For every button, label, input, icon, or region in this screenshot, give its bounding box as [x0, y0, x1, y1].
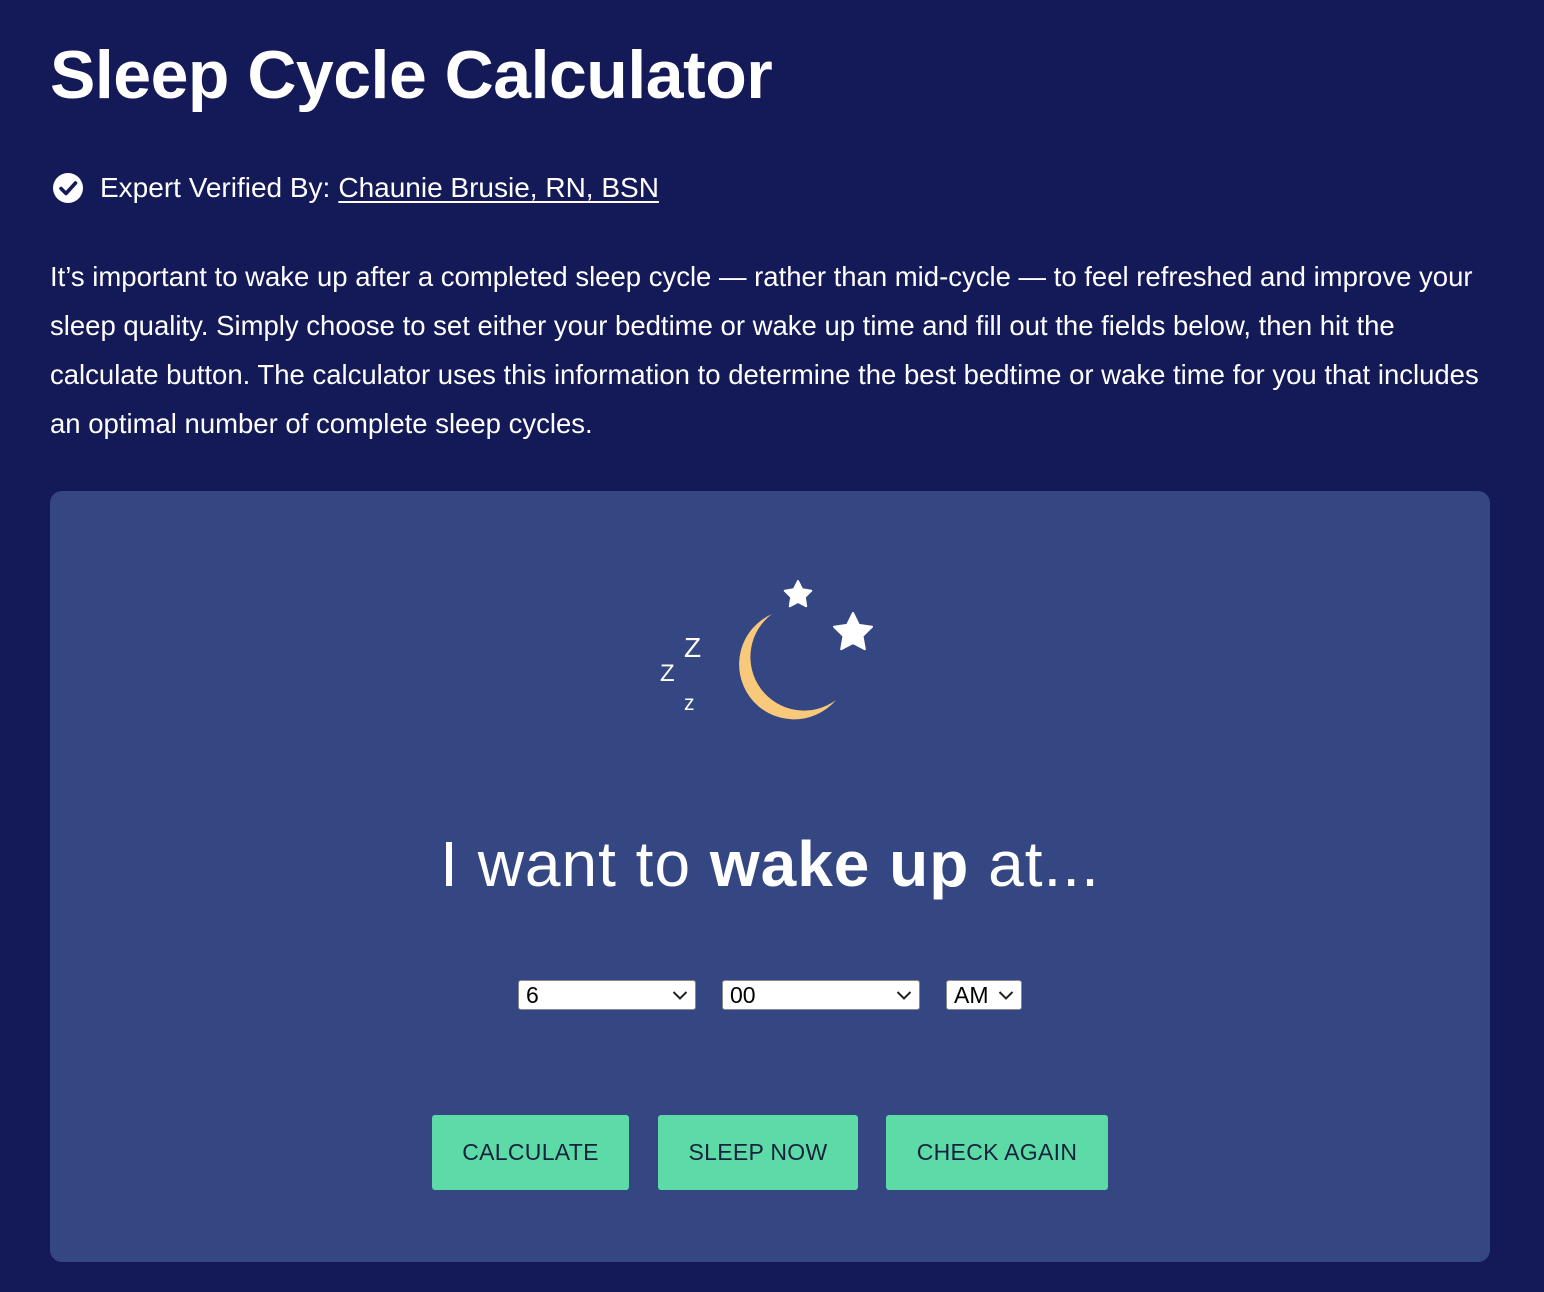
zzz-letter: z — [684, 692, 695, 715]
zzz-icon: Z Z z — [660, 632, 701, 715]
star-icon — [833, 612, 873, 651]
ampm-select-value: AM — [954, 982, 989, 1008]
verified-check-icon — [53, 173, 83, 203]
chevron-down-icon — [998, 991, 1014, 1000]
calculator-headline: I want to wake up at... — [50, 819, 1490, 909]
hour-select-value: 6 — [526, 982, 539, 1008]
ampm-select[interactable]: AM — [946, 980, 1022, 1010]
zzz-letter: Z — [684, 632, 701, 663]
intro-paragraph: It’s important to wake up after a comple… — [50, 261, 1479, 439]
check-again-button[interactable]: CHECK AGAIN — [886, 1115, 1108, 1190]
sleep-illustration: Z Z z — [660, 580, 873, 720]
author-link[interactable]: Chaunie Brusie, RN, BSN — [338, 172, 659, 204]
sleep-now-button[interactable]: SLEEP NOW — [658, 1115, 858, 1190]
calculator-card: Z Z z I want to wake up at... 6 00 AM CA… — [50, 491, 1490, 1262]
chevron-down-icon — [896, 991, 912, 1000]
chevron-down-icon — [672, 991, 688, 1000]
headline-emphasis: wake up — [709, 828, 970, 900]
minute-select[interactable]: 00 — [722, 980, 920, 1010]
page-title: Sleep Cycle Calculator — [50, 37, 773, 113]
zzz-letter: Z — [660, 660, 675, 687]
expert-verified-line: Expert Verified By: Chaunie Brusie, RN, … — [52, 168, 659, 208]
calculate-button[interactable]: CALCULATE — [432, 1115, 629, 1190]
headline-suffix: at... — [988, 828, 1100, 900]
minute-select-value: 00 — [730, 982, 756, 1008]
headline-prefix: I want to — [440, 828, 692, 900]
star-icon — [783, 580, 813, 608]
hour-select[interactable]: 6 — [518, 980, 696, 1010]
moon-icon — [739, 614, 836, 720]
verified-label: Expert Verified By: — [100, 172, 331, 203]
